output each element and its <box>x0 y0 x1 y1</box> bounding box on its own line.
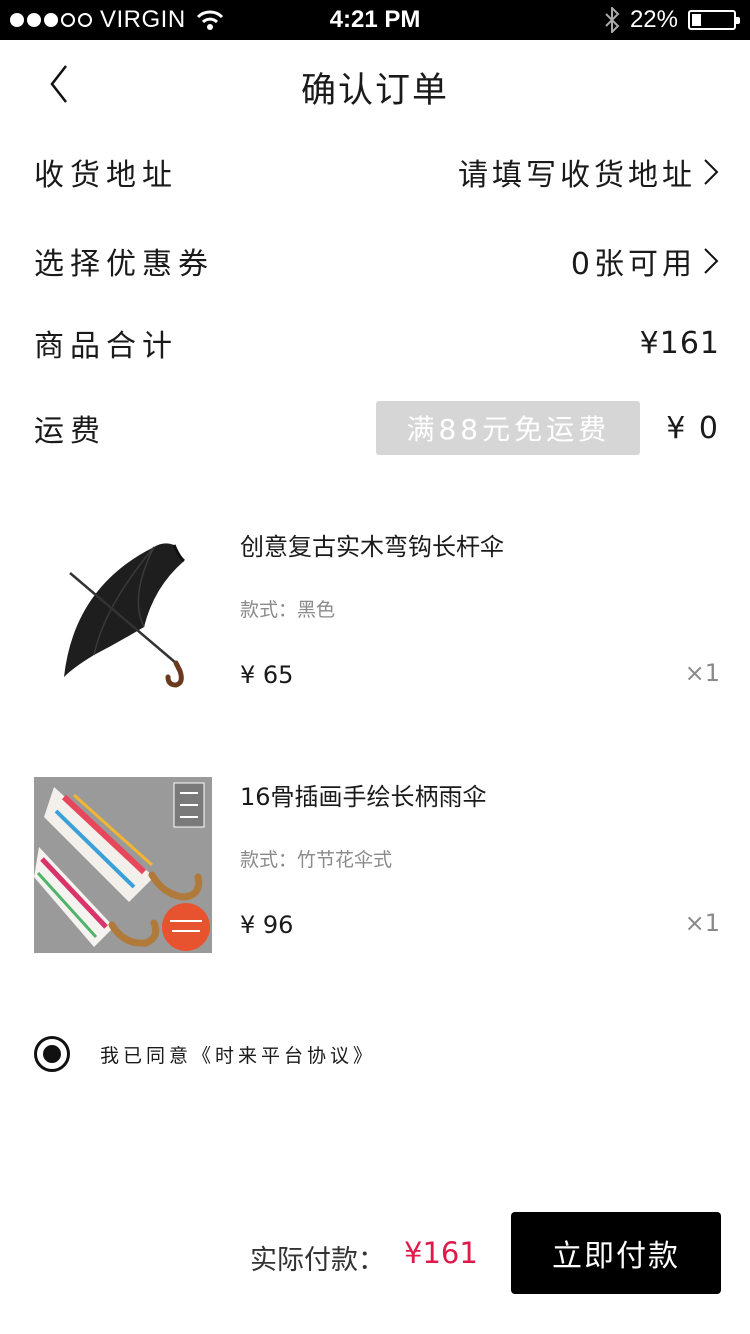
chevron-right-icon <box>704 248 719 274</box>
coupon-selector[interactable]: 0张可用 <box>571 239 720 283</box>
product-price: ¥ 96 <box>240 911 294 939</box>
product-item[interactable]: 16骨插画手绘长柄雨伞 款式：竹节花伞式 ¥ 96 ×1 <box>34 777 720 953</box>
battery-icon <box>688 10 740 30</box>
address-row[interactable]: 收货地址 请填写收货地址 <box>34 142 720 202</box>
agree-radio[interactable] <box>34 1036 70 1072</box>
agreement-text[interactable]: 我已同意《时来平台协议》 <box>100 1041 376 1068</box>
product-quantity: ×1 <box>684 659 720 687</box>
shipping-value: ¥ 0 <box>666 410 720 446</box>
product-item[interactable]: 创意复古实木弯钩长杆伞 款式：黑色 ¥ 65 ×1 <box>34 527 720 703</box>
chevron-right-icon <box>704 159 719 185</box>
subtotal-label: 商品合计 <box>34 329 178 364</box>
confirm-order-page: VIRGIN 4:21 PM 22% 确认订单 收货地址 请填写收货地址 选择优… <box>0 0 750 1334</box>
address-selector[interactable]: 请填写收货地址 <box>458 150 720 194</box>
pay-label: 实际付款： <box>250 1245 385 1276</box>
coupon-label: 选择优惠券 <box>34 247 214 282</box>
pay-now-button[interactable]: 立即付款 <box>511 1212 721 1294</box>
shipping-row: 运费 满88元免运费 ¥ 0 <box>34 398 720 458</box>
nav-bar: 确认订单 <box>0 40 750 128</box>
product-price: ¥ 65 <box>240 661 294 689</box>
product-style: 款式：竹节花伞式 <box>240 849 393 871</box>
address-label: 收货地址 <box>34 158 178 193</box>
coupon-value: 0张可用 <box>570 247 696 282</box>
agreement-row[interactable]: 我已同意《时来平台协议》 <box>34 1036 376 1072</box>
floral-umbrella-image <box>34 777 212 953</box>
checkout-footer: 实际付款： ¥161 立即付款 <box>0 1212 750 1294</box>
page-title: 确认订单 <box>300 71 449 111</box>
shipping-label: 运费 <box>34 414 106 449</box>
product-style: 款式：黑色 <box>240 599 336 621</box>
black-umbrella-image <box>34 527 212 703</box>
battery-percent: 22% <box>629 6 678 33</box>
subtotal-row: 商品合计 ¥161 <box>34 313 720 373</box>
address-value: 请填写收货地址 <box>458 158 696 193</box>
battery-fill <box>692 14 701 26</box>
shipping-right: 满88元免运费 ¥ 0 <box>376 401 720 455</box>
status-bar: VIRGIN 4:21 PM 22% <box>0 0 750 40</box>
product-name: 创意复古实木弯钩长杆伞 <box>240 533 504 561</box>
coupon-row[interactable]: 选择优惠券 0张可用 <box>34 231 720 291</box>
pay-amount: ¥161 <box>404 1236 478 1270</box>
product-name: 16骨插画手绘长柄雨伞 <box>240 783 487 811</box>
product-quantity: ×1 <box>684 909 720 937</box>
bluetooth-icon <box>605 7 620 33</box>
status-right: 22% <box>604 6 740 34</box>
radio-selected-dot <box>43 1045 61 1063</box>
free-shipping-badge: 满88元免运费 <box>376 401 641 455</box>
subtotal-value: ¥161 <box>639 325 720 361</box>
